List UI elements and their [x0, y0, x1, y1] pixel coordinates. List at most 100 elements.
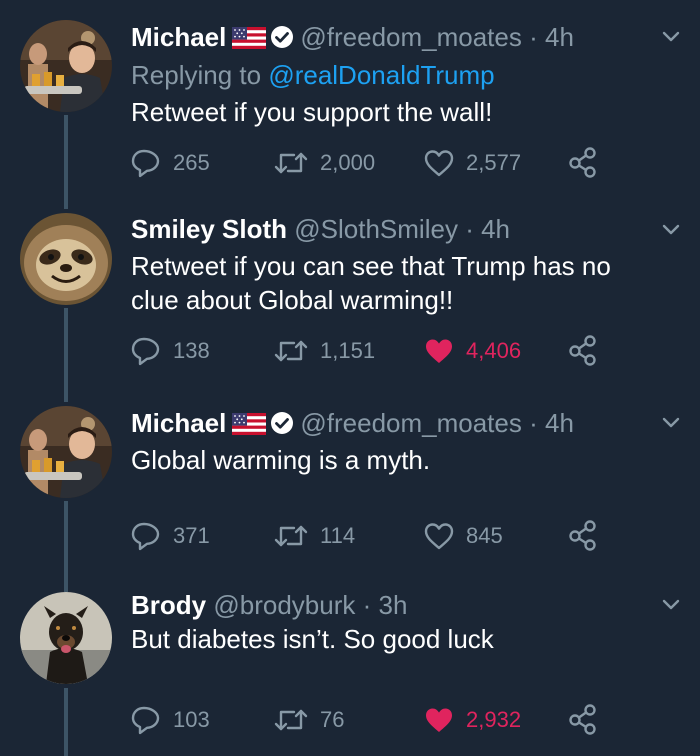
tweet-header: Brody @brodyburk · 3h [131, 588, 407, 622]
thread-connector [64, 115, 68, 193]
share-button[interactable] [568, 520, 598, 552]
separator: · [362, 590, 372, 620]
us-flag-icon [232, 27, 267, 49]
username[interactable]: @brodyburk [213, 590, 355, 620]
username[interactable]: @freedom_moates [300, 408, 522, 438]
retweet-icon [274, 340, 308, 362]
tweet-header: Michael @freedom_moates · 4h [131, 20, 574, 54]
tweet-text-line: clue about Global warming!! [131, 285, 454, 315]
reply-icon [131, 337, 160, 366]
chevron-down-icon[interactable] [662, 596, 680, 614]
tweet-text-line: Retweet if you can see that Trump has no [131, 251, 611, 281]
retweet-icon [274, 525, 308, 547]
avatar[interactable] [20, 213, 112, 305]
thread-connector [64, 386, 68, 402]
retweet-count: 76 [320, 707, 345, 732]
share-icon [569, 704, 596, 735]
retweet-button[interactable]: 2,000 [274, 147, 375, 179]
retweet-count: 1,151 [320, 338, 376, 363]
thread-connector [64, 576, 68, 592]
us-flag-icon [232, 413, 267, 435]
tweet[interactable]: Smiley Sloth @SlothSmiley · 4h Retweet i… [0, 193, 700, 386]
reply-button[interactable]: 265 [131, 147, 210, 179]
display-name[interactable]: Smiley Sloth [131, 214, 287, 244]
timestamp[interactable]: 4h [481, 214, 510, 244]
like-button[interactable]: 845 [424, 520, 503, 552]
chevron-down-icon[interactable] [662, 221, 680, 239]
avatar[interactable] [20, 406, 112, 498]
separator: · [529, 408, 538, 438]
retweet-count: 114 [320, 523, 356, 548]
retweet-button[interactable]: 114 [274, 520, 355, 552]
tweet-actions: 103 76 2,932 [131, 704, 611, 736]
tweet-text: Retweet if you support the wall! [131, 97, 493, 127]
tweet[interactable]: Michael @freedom_moates · 4h Global warmi… [0, 386, 700, 576]
tweet-actions: 265 2,000 2,577 [131, 147, 611, 179]
display-name[interactable]: Michael [131, 408, 226, 438]
tweet-text: Global warming is a myth. [131, 445, 431, 475]
share-button[interactable] [568, 147, 598, 179]
mention-link[interactable]: @realDonaldTrump [268, 60, 494, 90]
share-button[interactable] [568, 335, 598, 367]
display-name[interactable]: Michael [131, 22, 226, 52]
avatar[interactable] [20, 592, 112, 684]
retweet-icon [274, 709, 308, 731]
tweet[interactable]: Brody @brodyburk · 3h But diabetes isn’t… [0, 576, 700, 756]
tweet-actions: 371 114 845 [131, 520, 611, 552]
tweet-actions: 138 1,151 4,406 [131, 335, 611, 367]
username[interactable]: @freedom_moates [300, 22, 522, 52]
verified-badge-icon [270, 25, 295, 49]
like-count: 2,932 [466, 707, 522, 732]
retweet-icon [274, 152, 308, 174]
tweet-text: Retweet if you can see that Trump has no… [131, 249, 651, 317]
retweet-count: 2,000 [320, 150, 376, 175]
timestamp[interactable]: 3h [379, 590, 408, 620]
tweet-text: But diabetes isn’t. So good luck [131, 624, 494, 654]
replying-to-label: Replying to [131, 60, 262, 90]
chevron-down-icon[interactable] [662, 414, 680, 432]
retweet-button[interactable]: 1,151 [274, 335, 375, 367]
tweet-header: Michael @freedom_moates · 4h [131, 406, 574, 440]
share-icon [569, 147, 596, 178]
thread-connector [64, 501, 68, 576]
like-count: 4,406 [466, 338, 522, 363]
separator: · [465, 214, 474, 244]
tweet-header: Smiley Sloth @SlothSmiley · 4h [131, 212, 510, 246]
reply-icon [131, 149, 160, 178]
retweet-button[interactable]: 76 [274, 704, 344, 736]
thread-connector [64, 193, 68, 209]
like-icon [426, 708, 452, 732]
separator: · [529, 22, 538, 52]
replying-to: Replying to @realDonaldTrump [131, 58, 495, 92]
chevron-down-icon[interactable] [662, 28, 680, 46]
reply-icon [131, 706, 160, 735]
share-icon [569, 520, 596, 551]
timestamp[interactable]: 4h [545, 22, 574, 52]
like-count: 845 [466, 523, 503, 548]
verified-badge-icon [270, 411, 295, 435]
reply-count: 265 [173, 150, 210, 175]
like-button[interactable]: 4,406 [424, 335, 521, 367]
thread-connector [64, 688, 68, 756]
reply-count: 138 [173, 338, 210, 363]
like-icon [424, 523, 454, 550]
reply-button[interactable]: 138 [131, 335, 210, 367]
like-button[interactable]: 2,577 [424, 147, 521, 179]
reply-icon [131, 522, 160, 551]
thread-connector [64, 308, 68, 386]
timestamp[interactable]: 4h [545, 408, 574, 438]
display-name[interactable]: Brody [131, 590, 206, 620]
tweet[interactable]: Michael @freedom_moates · 4h Replying to … [0, 0, 700, 193]
share-icon [569, 335, 596, 366]
conversation-thread: Michael @freedom_moates · 4h Replying to … [0, 0, 700, 756]
reply-count: 103 [173, 707, 210, 732]
reply-button[interactable]: 103 [131, 704, 210, 736]
like-icon [424, 150, 454, 177]
share-button[interactable] [568, 704, 598, 736]
reply-button[interactable]: 371 [131, 520, 210, 552]
username[interactable]: @SlothSmiley [294, 214, 458, 244]
like-count: 2,577 [466, 150, 522, 175]
like-button[interactable]: 2,932 [424, 704, 521, 736]
avatar[interactable] [20, 20, 112, 112]
like-icon [426, 339, 452, 363]
